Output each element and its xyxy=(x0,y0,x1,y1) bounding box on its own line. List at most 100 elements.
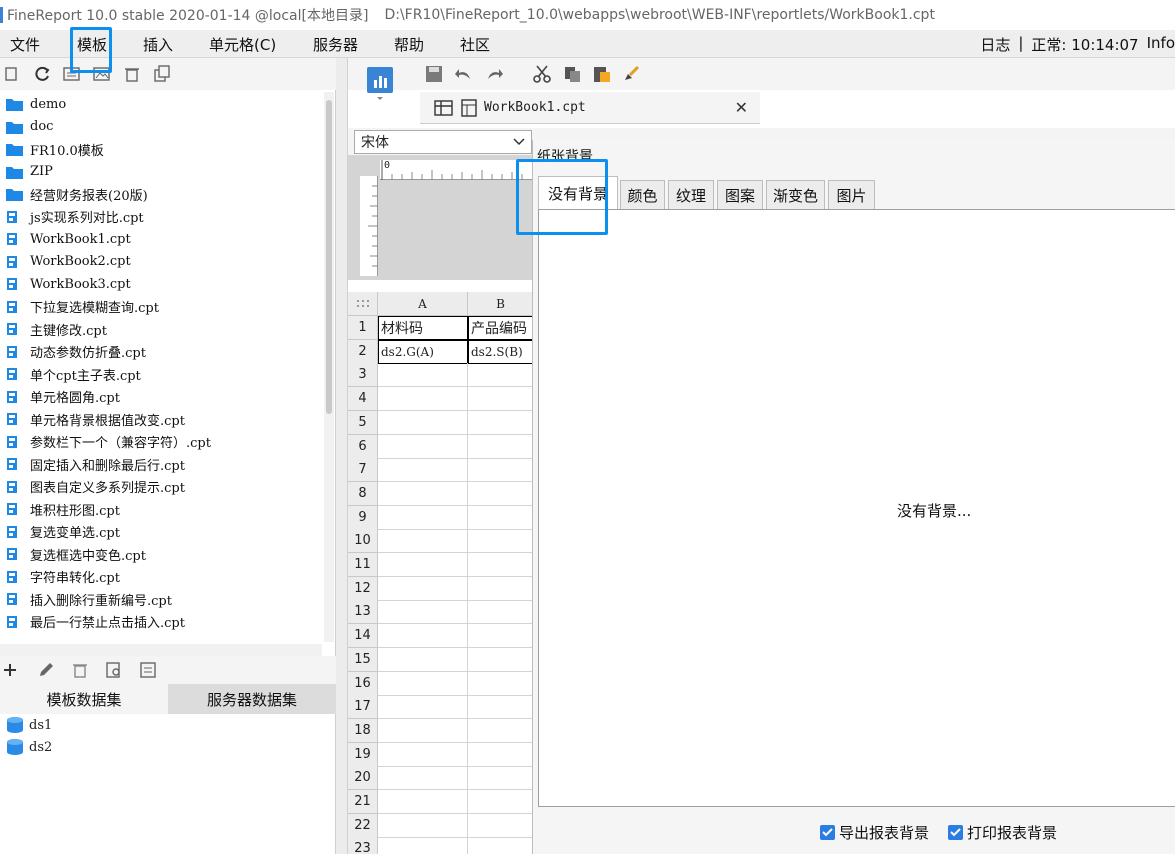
row-header[interactable]: 20 xyxy=(348,766,378,791)
cell-a3[interactable] xyxy=(378,363,468,388)
cell-a20[interactable] xyxy=(378,766,468,791)
cell-b12[interactable] xyxy=(468,576,534,601)
row-header[interactable]: 13 xyxy=(348,600,378,625)
row-header[interactable]: 23 xyxy=(348,837,378,854)
row-header[interactable]: 6 xyxy=(348,434,378,459)
font-select[interactable]: 宋体 xyxy=(354,130,532,154)
cell-b21[interactable] xyxy=(468,790,534,814)
tree-file[interactable]: WorkBook1.cpt xyxy=(6,228,131,250)
cell-b13[interactable] xyxy=(468,600,534,625)
cell-b7[interactable] xyxy=(468,458,534,483)
cell-b1[interactable]: 产品编码 xyxy=(468,316,534,340)
dataset-item[interactable]: ds1 xyxy=(6,714,52,736)
tab-texture[interactable]: 纹理 xyxy=(668,180,714,209)
cell-a22[interactable] xyxy=(378,813,468,838)
cell-a5[interactable] xyxy=(378,410,468,435)
row-header[interactable]: 17 xyxy=(348,695,378,720)
row-header[interactable]: 11 xyxy=(348,553,378,577)
edit-icon[interactable] xyxy=(36,660,56,680)
checkbox-checked-icon[interactable] xyxy=(820,825,835,840)
cell-b2[interactable]: ds2.S(B) xyxy=(468,339,534,364)
cell-b4[interactable] xyxy=(468,387,534,412)
tree-file[interactable]: 主键修改.cpt xyxy=(6,318,107,340)
tree-folder[interactable]: demo xyxy=(6,93,66,115)
dataset-item[interactable]: ds2 xyxy=(6,736,52,758)
tab-pattern[interactable]: 图案 xyxy=(717,180,763,209)
cell-b23[interactable] xyxy=(468,837,534,854)
cell-a12[interactable] xyxy=(378,576,468,601)
column-header-a[interactable]: A xyxy=(378,292,468,316)
row-header[interactable]: 7 xyxy=(348,458,378,483)
redo-icon[interactable] xyxy=(484,64,504,84)
report-logo-icon[interactable] xyxy=(366,66,394,100)
tree-file[interactable]: 复选框选中变色.cpt xyxy=(6,543,146,565)
row-header[interactable]: 19 xyxy=(348,742,378,767)
cell-a11[interactable] xyxy=(378,553,468,577)
tree-file[interactable]: 插入删除行重新编号.cpt xyxy=(6,588,172,610)
cell-a4[interactable] xyxy=(378,387,468,412)
tree-scrollbar[interactable] xyxy=(324,92,334,642)
row-header[interactable]: 10 xyxy=(348,529,378,554)
tree-file[interactable]: 堆积柱形图.cpt xyxy=(6,498,120,520)
cell-a15[interactable] xyxy=(378,647,468,672)
menu-file[interactable]: 文件 xyxy=(10,34,40,55)
menu-insert[interactable]: 插入 xyxy=(143,34,173,55)
cell-a19[interactable] xyxy=(378,742,468,767)
row-header[interactable]: 8 xyxy=(348,481,378,506)
cell-b20[interactable] xyxy=(468,766,534,791)
cell-b3[interactable] xyxy=(468,363,534,388)
refresh-icon[interactable] xyxy=(32,64,52,84)
print-background-checkbox[interactable]: 打印报表背景 xyxy=(948,822,1057,843)
tree-file[interactable]: 动态参数仿折叠.cpt xyxy=(6,341,146,363)
cell-b15[interactable] xyxy=(468,647,534,672)
tab-workbook[interactable]: WorkBook1.cpt ✕ xyxy=(420,98,760,117)
row-header[interactable]: 18 xyxy=(348,718,378,743)
preview-dataset-icon[interactable] xyxy=(104,660,124,680)
tree-file[interactable]: 单元格背景根据值改变.cpt xyxy=(6,408,185,430)
cell-b8[interactable] xyxy=(468,481,534,506)
row-header[interactable]: 9 xyxy=(348,505,378,530)
cell-b11[interactable] xyxy=(468,553,534,577)
remove-dataset-icon[interactable] xyxy=(70,660,90,680)
row-header[interactable]: 5 xyxy=(348,410,378,435)
panel-splitter[interactable] xyxy=(336,58,348,854)
copy-icon[interactable] xyxy=(152,64,172,84)
cell-a16[interactable] xyxy=(378,671,468,696)
row-header[interactable]: 1 xyxy=(348,316,378,340)
cell-a21[interactable] xyxy=(378,790,468,814)
add-dataset-icon[interactable] xyxy=(2,660,22,680)
log-link[interactable]: 日志 xyxy=(980,34,1010,55)
paste-icon[interactable] xyxy=(592,64,612,84)
export-background-checkbox[interactable]: 导出报表背景 xyxy=(820,822,929,843)
row-header[interactable]: 2 xyxy=(348,339,378,364)
cell-b10[interactable] xyxy=(468,529,534,554)
tab-template-dataset[interactable]: 模板数据集 xyxy=(0,684,168,714)
row-header[interactable]: 22 xyxy=(348,813,378,838)
row-header[interactable]: 12 xyxy=(348,576,378,601)
cell-a9[interactable] xyxy=(378,505,468,530)
tab-color[interactable]: 颜色 xyxy=(620,180,665,209)
menu-help[interactable]: 帮助 xyxy=(394,34,424,55)
delete-icon[interactable] xyxy=(122,64,142,84)
tree-file[interactable]: 字符串转化.cpt xyxy=(6,566,120,588)
tree-hscrollbar[interactable] xyxy=(0,644,322,656)
tree-folder[interactable]: ZIP xyxy=(6,161,53,183)
cell-a10[interactable] xyxy=(378,529,468,554)
tree-file[interactable]: WorkBook3.cpt xyxy=(6,273,131,295)
tree-file[interactable]: js实现系列对比.cpt xyxy=(6,206,144,228)
row-header[interactable]: 16 xyxy=(348,671,378,696)
cell-a8[interactable] xyxy=(378,481,468,506)
tree-file[interactable]: 复选变单选.cpt xyxy=(6,521,120,543)
new-folder-icon[interactable] xyxy=(2,64,22,84)
select-all-corner[interactable] xyxy=(348,292,378,316)
undo-icon[interactable] xyxy=(454,64,474,84)
tree-file[interactable]: 固定插入和删除最后行.cpt xyxy=(6,453,185,475)
tree-folder[interactable]: FR10.0模板 xyxy=(6,138,104,160)
tab-server-dataset[interactable]: 服务器数据集 xyxy=(168,684,336,714)
cell-b16[interactable] xyxy=(468,671,534,696)
cell-b6[interactable] xyxy=(468,434,534,459)
cell-a17[interactable] xyxy=(378,695,468,720)
tree-file[interactable]: 下拉复选模糊查询.cpt xyxy=(6,296,159,318)
cell-b5[interactable] xyxy=(468,410,534,435)
tree-file[interactable]: 单个cpt主子表.cpt xyxy=(6,363,141,385)
